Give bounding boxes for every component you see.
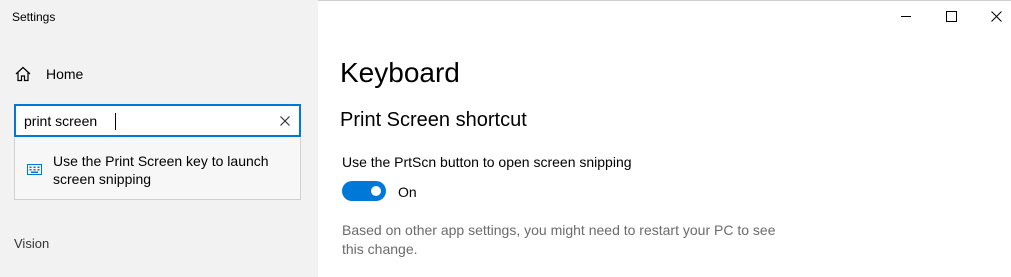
section-title: Print Screen shortcut <box>340 109 527 131</box>
app-title: Settings <box>12 10 56 24</box>
next-nav-item-icon <box>18 262 26 265</box>
keyboard-icon <box>27 162 42 175</box>
section-label-vision: Vision <box>14 236 50 251</box>
minimize-button[interactable] <box>883 0 929 32</box>
search-box[interactable] <box>14 104 301 137</box>
text-caret <box>115 113 116 130</box>
maximize-icon <box>945 10 957 22</box>
main-content: Keyboard Print Screen shortcut Use the P… <box>318 0 1011 277</box>
search-suggestions: Use the Print Screen key to launch scree… <box>14 138 301 200</box>
minimize-icon <box>901 16 911 17</box>
close-button[interactable] <box>973 0 1011 32</box>
restart-note: Based on other app settings, you might n… <box>342 222 776 257</box>
sidebar: Settings Home print screen Use the Print… <box>0 0 318 277</box>
home-nav-item[interactable]: Home <box>14 64 83 84</box>
suggestion-item[interactable]: Use the Print Screen key to launch scree… <box>15 138 300 199</box>
clear-search-icon[interactable] <box>277 113 293 129</box>
suggestion-text: Use the Print Screen key to launch scree… <box>53 153 269 187</box>
close-icon <box>990 10 1002 22</box>
toggle-knob <box>371 186 381 196</box>
maximize-button[interactable] <box>928 0 974 32</box>
toggle-state-label: On <box>398 184 417 200</box>
search-input[interactable] <box>24 112 264 130</box>
setting-label: Use the PrtScn button to open screen sni… <box>342 154 632 170</box>
home-icon <box>14 65 32 83</box>
page-title: Keyboard <box>340 57 460 88</box>
prtscn-toggle[interactable] <box>342 181 386 201</box>
home-label: Home <box>46 66 84 82</box>
